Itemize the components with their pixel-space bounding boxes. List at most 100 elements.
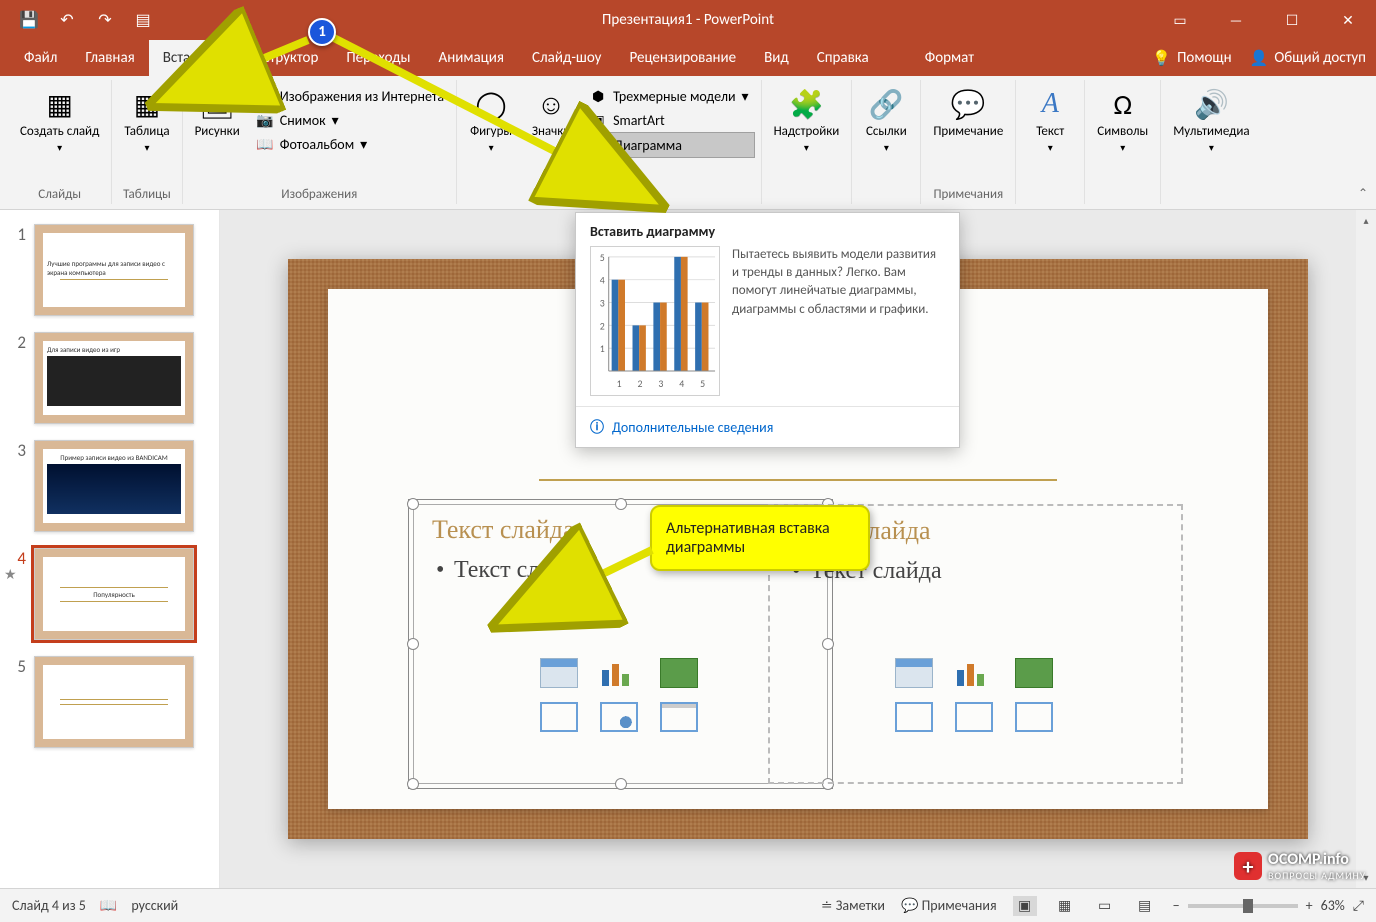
insert-video-icon[interactable] xyxy=(1015,702,1053,732)
slide-thumbnails[interactable]: 1 Лучшие программы для записи видео с эк… xyxy=(0,210,220,888)
insert-smartart-icon[interactable] xyxy=(1015,658,1053,688)
thumbnail-5[interactable]: 5 xyxy=(0,652,219,760)
chart-button[interactable]: 📊Диаграмма xyxy=(583,132,754,158)
insert-video-icon[interactable] xyxy=(660,702,698,732)
tab-animations[interactable]: Анимация xyxy=(425,40,518,76)
thumbnail-4[interactable]: 4 Популярность xyxy=(0,544,219,652)
tab-review[interactable]: Рецензирование xyxy=(615,40,750,76)
title-bar: 💾 ↶ ↷ ▤ Презентация1 - PowerPoint ▭ — ☐ … xyxy=(0,0,1376,40)
spellcheck-icon[interactable]: 📖 xyxy=(100,897,117,914)
fit-window-icon[interactable]: ⤢ xyxy=(1353,897,1364,914)
slideshow-start-icon[interactable]: ▤ xyxy=(134,11,152,29)
group-links: 🔗Ссылки▾ xyxy=(852,80,921,204)
tab-insert[interactable]: Вставка xyxy=(149,40,226,76)
slideshow-view-icon[interactable]: ▤ xyxy=(1133,896,1157,916)
tab-view[interactable]: Вид xyxy=(750,40,803,76)
insert-table-icon[interactable] xyxy=(895,658,933,688)
tab-home[interactable]: Главная xyxy=(71,40,148,76)
save-icon[interactable]: 💾 xyxy=(20,11,38,29)
photo-album-button[interactable]: 📖Фотоальбом ▾ xyxy=(250,132,450,156)
group-text: AТекст▾ xyxy=(1016,80,1085,204)
ribbon: ▦ Создать слайд▾ Слайды ▦ Таблица▾ Табли… xyxy=(0,76,1376,210)
tooltip-more-link[interactable]: ⓘДополнительные сведения xyxy=(590,417,945,437)
watermark: + OCOMP.infoВОПРОСЫ АДМИНУ xyxy=(1234,850,1366,882)
text-button[interactable]: AТекст▾ xyxy=(1022,84,1078,156)
placeholder-icons-right xyxy=(895,658,1057,732)
status-bar: Слайд 4 из 5 📖 русский ≐ Заметки 💬 Приме… xyxy=(0,888,1376,922)
insert-online-picture-icon[interactable] xyxy=(600,702,638,732)
tab-format[interactable]: Формат xyxy=(911,40,988,76)
redo-icon[interactable]: ↷ xyxy=(96,11,114,29)
sorter-view-icon[interactable]: ▦ xyxy=(1053,896,1077,916)
screenshot-button[interactable]: 📷Снимок ▾ xyxy=(250,108,450,132)
speaker-icon: 🔊 xyxy=(1193,86,1229,122)
notes-button[interactable]: ≐ Заметки xyxy=(821,897,885,914)
comments-button[interactable]: 💬 Примечания xyxy=(901,897,997,914)
comment-button[interactable]: 💬Примечание xyxy=(927,84,1009,141)
insert-picture-icon[interactable] xyxy=(895,702,933,732)
close-icon[interactable]: ✕ xyxy=(1320,0,1376,40)
insert-online-picture-icon[interactable] xyxy=(955,702,993,732)
zoom-in-icon[interactable]: + xyxy=(1306,897,1313,914)
vertical-scrollbar[interactable]: ▴▾ xyxy=(1356,210,1376,888)
tab-transitions[interactable]: Переходы xyxy=(332,40,424,76)
thumbnail-2[interactable]: 2 Для записи видео из игр xyxy=(0,328,219,436)
share-button[interactable]: 👤 Общий доступ xyxy=(1250,49,1366,68)
insert-chart-icon[interactable] xyxy=(955,658,993,688)
svg-text:2: 2 xyxy=(638,378,643,390)
slide-title-area xyxy=(428,479,1168,481)
reading-view-icon[interactable]: ▭ xyxy=(1093,896,1117,916)
undo-icon[interactable]: ↶ xyxy=(58,11,76,29)
addins-icon: 🧩 xyxy=(788,86,824,122)
zoom-slider[interactable] xyxy=(1188,904,1298,908)
normal-view-icon[interactable]: ▣ xyxy=(1013,896,1037,916)
tell-me[interactable]: 💡 Помощн xyxy=(1152,49,1231,68)
collapse-ribbon-icon[interactable]: ⌃ xyxy=(1354,182,1372,205)
table-icon: ▦ xyxy=(129,86,165,122)
insert-picture-icon[interactable] xyxy=(540,702,578,732)
shapes-icon: ◯ xyxy=(473,86,509,122)
icons-button[interactable]: ☺ Значки xyxy=(523,84,579,141)
group-addins: 🧩Надстройки▾ xyxy=(762,80,853,204)
links-button[interactable]: 🔗Ссылки▾ xyxy=(858,84,914,156)
table-button[interactable]: ▦ Таблица▾ xyxy=(118,84,175,156)
insert-table-icon[interactable] xyxy=(540,658,578,688)
smartart-button[interactable]: ▣SmartArt xyxy=(583,108,754,132)
shapes-button[interactable]: ◯ Фигуры▾ xyxy=(463,84,519,156)
watermark-plus-icon: + xyxy=(1234,852,1262,880)
group-images: 🖼 Рисунки 🌐Изображения из Интернета 📷Сни… xyxy=(183,80,457,204)
group-comments: 💬Примечание Примечания xyxy=(921,80,1016,204)
addins-button[interactable]: 🧩Надстройки▾ xyxy=(768,84,846,156)
slide-counter[interactable]: Слайд 4 из 5 xyxy=(12,897,86,914)
zoom-control[interactable]: − + 63% ⤢ xyxy=(1173,897,1364,914)
photo-album-icon: 📖 xyxy=(256,135,274,153)
link-icon: 🔗 xyxy=(868,86,904,122)
group-symbols: ΩСимволы▾ xyxy=(1085,80,1161,204)
omega-icon: Ω xyxy=(1105,86,1141,122)
help-icon: ⓘ xyxy=(590,417,604,437)
language-status[interactable]: русский xyxy=(131,897,178,914)
media-button[interactable]: 🔊Мультимедиа▾ xyxy=(1167,84,1255,156)
tab-design[interactable]: Конструктор xyxy=(225,40,332,76)
new-slide-button[interactable]: ▦ Создать слайд▾ xyxy=(14,84,105,156)
group-illustrations: ◯ Фигуры▾ ☺ Значки ⬢Трехмерные модели ▾ … xyxy=(457,80,761,204)
thumbnail-1[interactable]: 1 Лучшие программы для записи видео с эк… xyxy=(0,220,219,328)
symbols-button[interactable]: ΩСимволы▾ xyxy=(1091,84,1154,156)
3d-models-button[interactable]: ⬢Трехмерные модели ▾ xyxy=(583,84,754,108)
zoom-out-icon[interactable]: − xyxy=(1173,897,1180,914)
tab-file[interactable]: Файл xyxy=(10,40,71,76)
minimize-icon[interactable]: — xyxy=(1208,0,1264,40)
tab-help[interactable]: Справка xyxy=(803,40,883,76)
pictures-button[interactable]: 🖼 Рисунки xyxy=(189,84,246,141)
window-controls: ▭ — ☐ ✕ xyxy=(1152,0,1376,40)
tab-slideshow[interactable]: Слайд-шоу xyxy=(518,40,615,76)
thumbnail-3[interactable]: 3 Пример записи видео из BANDICAM xyxy=(0,436,219,544)
insert-chart-icon[interactable] xyxy=(600,658,638,688)
online-pictures-button[interactable]: 🌐Изображения из Интернета xyxy=(250,84,450,108)
svg-text:4: 4 xyxy=(600,275,605,287)
tooltip-description: Пытаетесь выявить модели развития и трен… xyxy=(732,246,945,396)
ribbon-options-icon[interactable]: ▭ xyxy=(1152,0,1208,40)
insert-smartart-icon[interactable] xyxy=(660,658,698,688)
maximize-icon[interactable]: ☐ xyxy=(1264,0,1320,40)
zoom-value[interactable]: 63% xyxy=(1321,897,1345,914)
